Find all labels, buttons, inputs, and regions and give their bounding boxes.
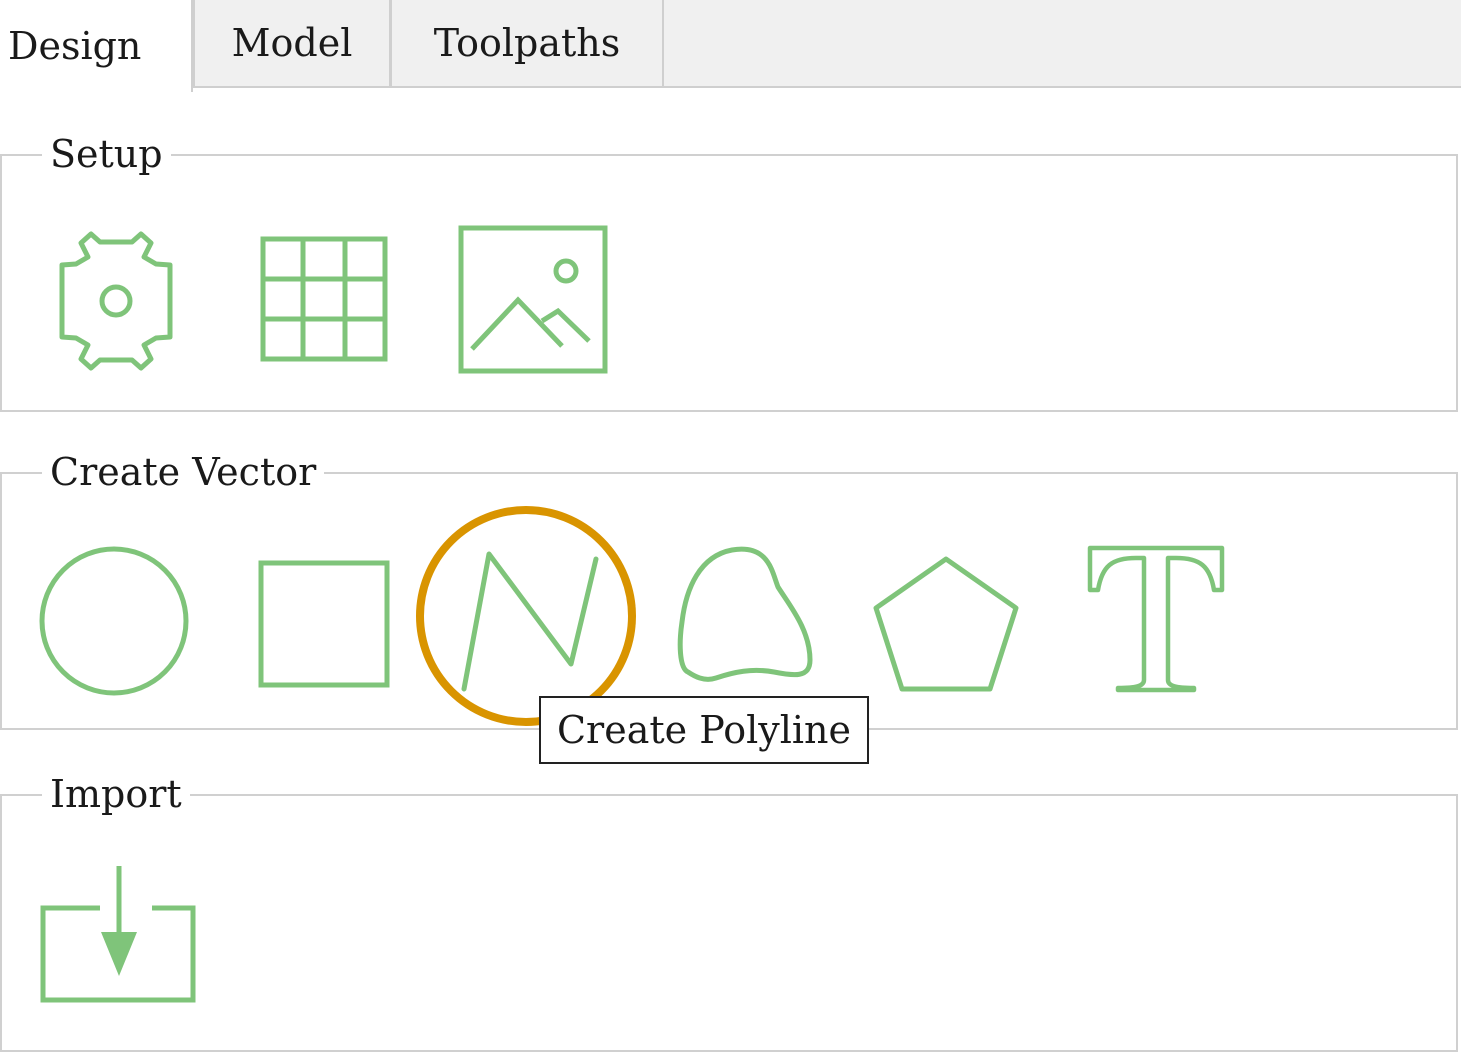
create-polyline-tooltip: Create Polyline [539,696,869,764]
setup-group-title: Setup [42,126,171,182]
text-icon[interactable] [1086,544,1226,694]
import-group-title: Import [42,766,190,822]
circle-icon[interactable] [39,546,189,696]
freehand-icon[interactable] [674,542,816,688]
grid-icon[interactable] [260,236,388,362]
create-vector-group-title: Create Vector [42,444,325,500]
polygon-icon[interactable] [872,556,1020,692]
tab-model[interactable]: Model [193,0,391,88]
settings-icon[interactable] [40,231,192,371]
import-group: Import [0,766,1458,1052]
tab-bar: Design Model Toolpaths [0,0,1461,92]
setup-group: Setup [0,126,1458,412]
create-vector-group: Create Vector [0,444,1458,730]
rectangle-icon[interactable] [258,560,390,688]
image-icon[interactable] [458,225,608,374]
import-icon[interactable] [40,864,198,1004]
tab-toolpaths[interactable]: Toolpaths [390,0,664,88]
tab-design[interactable]: Design [0,0,193,92]
